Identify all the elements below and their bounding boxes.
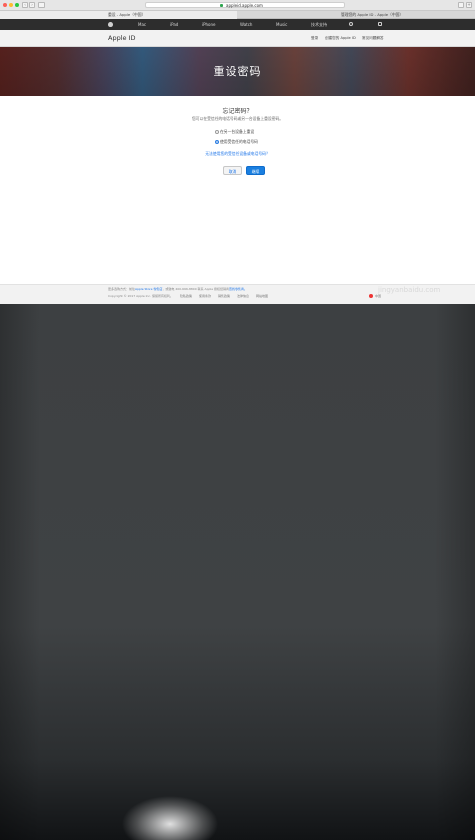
china-flag-icon[interactable] bbox=[369, 294, 373, 298]
minimize-window-icon[interactable] bbox=[9, 3, 13, 7]
footer-link-sitemap[interactable]: 网站地图 bbox=[256, 294, 268, 298]
share-icon[interactable] bbox=[458, 2, 464, 8]
global-nav: Mac iPad iPhone Watch Music 技术支持 bbox=[0, 19, 475, 30]
watermark: jingyanbaidu.com bbox=[378, 286, 441, 294]
option-trusted-phone[interactable]: 使用受信任的电话号码 bbox=[215, 139, 258, 144]
forgot-password-heading: 忘记密码？ bbox=[222, 108, 253, 115]
nav-item-iphone[interactable]: iPhone bbox=[202, 19, 216, 30]
create-apple-id-link[interactable]: 创建您的 Apple ID bbox=[325, 30, 356, 47]
footer-link-legal[interactable]: 法律信息 bbox=[237, 294, 249, 298]
blur-shade-right bbox=[435, 304, 475, 840]
browser-tab[interactable]: 重设 - Apple（中国） bbox=[0, 11, 237, 19]
option-other-device-label: 在另一台设备上重设 bbox=[220, 129, 255, 134]
footer-link-sales[interactable]: 销售政策 bbox=[218, 294, 230, 298]
nav-item-music[interactable]: Music bbox=[276, 19, 287, 30]
close-window-icon[interactable] bbox=[3, 3, 7, 7]
hero-banner: 重设密码 bbox=[0, 47, 475, 96]
lock-icon bbox=[220, 4, 223, 7]
footer: 更多选购方式：前往Apple Store 零售店，或致电 400-666-880… bbox=[0, 284, 475, 304]
browser-tab[interactable]: 管理您的 Apple ID - Apple（中国） bbox=[237, 11, 475, 19]
cannot-use-device-link[interactable]: 无法使用您的受信任设备或电话号码？ bbox=[0, 151, 475, 157]
find-reseller-link[interactable]: 查找零售商。 bbox=[229, 287, 247, 291]
back-icon[interactable]: ‹ bbox=[22, 2, 28, 8]
option-trusted-phone-label: 使用受信任的电话号码 bbox=[220, 139, 258, 144]
blur-shade-left bbox=[0, 304, 40, 840]
reset-instructions: 您可以在受信任的电话号码或另一台设备上重设密码。 bbox=[191, 116, 284, 121]
zoom-window-icon[interactable] bbox=[15, 3, 19, 7]
footer-shop-prefix: 更多选购方式：前往 bbox=[108, 287, 136, 291]
footer-link-terms[interactable]: 使用条款 bbox=[199, 294, 211, 298]
address-bar[interactable]: appleid.apple.com bbox=[145, 2, 345, 8]
option-other-device[interactable]: 在另一台设备上重设 bbox=[215, 129, 255, 134]
page-title: 重设密码 bbox=[213, 65, 262, 78]
faq-link[interactable]: 常见问题解答 bbox=[362, 30, 384, 47]
shopping-bag-icon[interactable] bbox=[378, 22, 382, 26]
sign-in-link[interactable]: 登录 bbox=[311, 30, 318, 47]
nav-item-ipad[interactable]: iPad bbox=[170, 19, 178, 30]
nav-item-support[interactable]: 技术支持 bbox=[311, 19, 327, 30]
copyright-text: Copyright © 2017 Apple Inc. 保留所有权利。 bbox=[108, 294, 173, 298]
cancel-button[interactable]: 取消 bbox=[223, 166, 242, 175]
sidebar-icon[interactable] bbox=[38, 2, 45, 8]
apple-store-link[interactable]: Apple Store 零售店 bbox=[135, 287, 162, 291]
search-icon[interactable] bbox=[349, 22, 353, 26]
tab-label: 重设 - Apple（中国） bbox=[108, 12, 146, 17]
radio-trusted-phone[interactable] bbox=[215, 140, 219, 144]
reset-password-panel: 忘记密码？ 您可以在受信任的电话号码或另一台设备上重设密码。 在另一台设备上重设… bbox=[0, 96, 475, 284]
tab-label: 管理您的 Apple ID - Apple（中国） bbox=[341, 12, 404, 17]
browser-titlebar: ‹ › appleid.apple.com + bbox=[0, 0, 475, 11]
radio-other-device[interactable] bbox=[215, 130, 219, 134]
footer-shop-line: 更多选购方式：前往Apple Store 零售店，或致电 400-666-880… bbox=[108, 287, 247, 291]
nav-item-mac[interactable]: Mac bbox=[138, 19, 146, 30]
apple-logo-icon[interactable] bbox=[108, 22, 113, 27]
footer-link-privacy[interactable]: 隐私政策 bbox=[180, 294, 192, 298]
forward-icon[interactable]: › bbox=[29, 2, 35, 8]
local-nav: Apple ID 登录 创建您的 Apple ID 常见问题解答 bbox=[0, 30, 475, 47]
new-tab-icon[interactable]: + bbox=[466, 2, 472, 8]
url-text: appleid.apple.com bbox=[226, 3, 263, 8]
blurred-background bbox=[0, 304, 475, 840]
footer-shop-mid: ，或致电 400-666-8800 联系 Apple 授权经销商 bbox=[162, 287, 230, 291]
browser-tabbar: 重设 - Apple（中国） 管理您的 Apple ID - Apple（中国） bbox=[0, 11, 475, 19]
continue-button[interactable]: 继续 bbox=[246, 166, 265, 175]
nav-item-watch[interactable]: Watch bbox=[240, 19, 252, 30]
apple-id-brand[interactable]: Apple ID bbox=[108, 30, 136, 47]
